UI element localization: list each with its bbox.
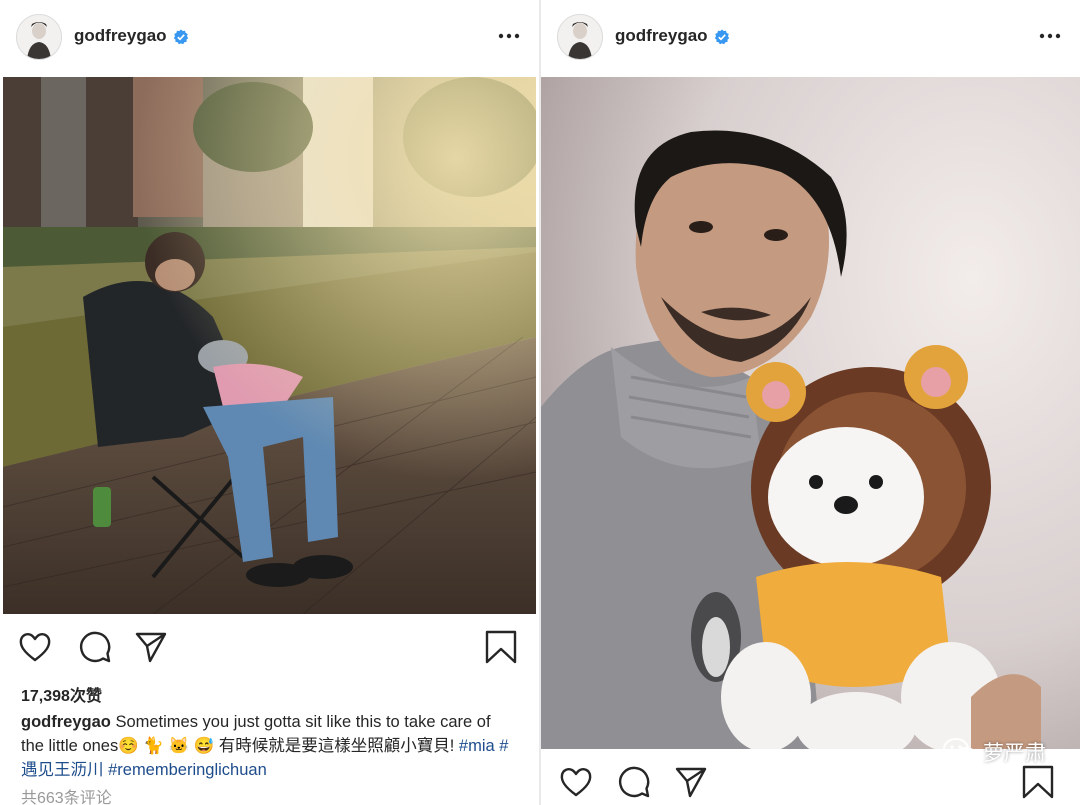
username[interactable]: godfreygao [615,26,708,46]
avatar[interactable] [16,14,62,60]
watermark: 萝严肃 [943,734,1046,770]
avatar[interactable] [557,14,603,60]
wechat-icon [943,738,977,765]
share-icon[interactable] [674,765,708,799]
comment-icon[interactable] [617,765,651,799]
post-header: godfreygao [0,0,539,76]
action-bar [0,630,539,670]
username[interactable]: godfreygao [74,26,167,46]
comment-icon[interactable] [78,630,112,664]
more-options-icon[interactable] [497,30,521,42]
verified-badge-icon [173,29,189,45]
bookmark-icon[interactable] [1021,765,1055,799]
like-count[interactable]: 17,398次赞 [21,682,102,706]
post-caption: godfreygao Sometimes you just gotta sit … [21,710,516,782]
watermark-text: 萝严肃 [983,741,1046,765]
post-photo[interactable] [3,77,536,614]
right-post: godfreygao 萝严肃 [541,0,1080,805]
caption-username[interactable]: godfreygao [21,713,111,731]
hashtag-link[interactable]: #rememberinglichuan [108,761,267,779]
hashtag-link[interactable]: #mia [459,737,495,755]
share-icon[interactable] [134,630,168,664]
post-photo[interactable] [541,77,1080,749]
left-post: godfreygao 17,398次赞 godfreygao Sometimes… [0,0,539,805]
view-comments-link[interactable]: 共663条评论 [21,784,112,805]
heart-icon[interactable] [18,630,52,664]
heart-icon[interactable] [559,765,593,799]
action-bar [541,765,1080,805]
post-header: godfreygao [541,0,1080,76]
bookmark-icon[interactable] [484,630,518,664]
more-options-icon[interactable] [1038,30,1062,42]
verified-badge-icon [714,29,730,45]
